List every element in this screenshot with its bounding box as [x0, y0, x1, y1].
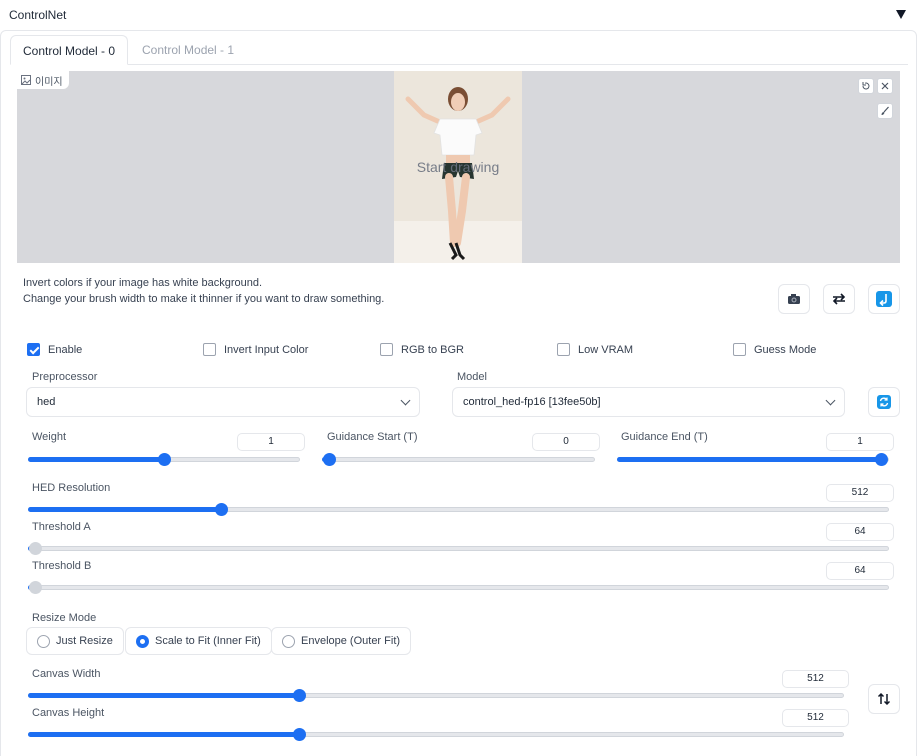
threshold-b-slider[interactable]	[28, 581, 889, 594]
close-icon[interactable]	[877, 78, 893, 94]
resize-mode-label: Resize Mode	[32, 612, 97, 624]
threshold-a-label: Threshold A	[32, 521, 91, 533]
preprocessor-label: Preprocessor	[32, 371, 98, 383]
chevron-down-icon	[825, 395, 836, 405]
guidance-start-label: Guidance Start (T)	[327, 431, 418, 443]
slider-thumb[interactable]	[29, 581, 42, 594]
guidance-end-label: Guidance End (T)	[621, 431, 708, 443]
preprocessor-select[interactable]: hed	[26, 387, 420, 417]
corner-arrow-icon	[876, 291, 892, 307]
swap-dimensions-button[interactable]	[868, 684, 900, 714]
canvas-width-label: Canvas Width	[32, 668, 101, 680]
canvas-height-label: Canvas Height	[32, 707, 105, 719]
resize-option-envelope[interactable]: Envelope (Outer Fit)	[271, 627, 412, 655]
rgb-to-bgr-label: RGB to BGR	[401, 343, 464, 356]
model-select[interactable]: control_hed-fp16 [13fee50b]	[452, 387, 845, 417]
guidance-end-slider[interactable]	[617, 453, 889, 466]
swap-button[interactable]	[823, 284, 855, 314]
send-dimensions-button[interactable]	[868, 284, 900, 314]
resize-option-label: Just Resize	[56, 635, 113, 647]
radio-button-selected[interactable]	[136, 634, 149, 648]
section-title: ControlNet	[9, 8, 67, 22]
model-label: Model	[457, 371, 487, 383]
radio-button[interactable]	[37, 634, 50, 648]
hed-resolution-input[interactable]: 512	[826, 484, 894, 502]
threshold-a-slider[interactable]	[28, 542, 889, 555]
tab-control-model-1[interactable]: Control Model - 1	[130, 35, 246, 65]
enable-checkbox[interactable]	[27, 343, 40, 356]
invert-input-color-label: Invert Input Color	[224, 343, 309, 356]
weight-input[interactable]: 1	[237, 433, 305, 451]
resize-option-label: Envelope (Outer Fit)	[301, 635, 401, 647]
low-vram-label: Low VRAM	[578, 343, 634, 356]
hed-resolution-label: HED Resolution	[32, 482, 111, 494]
slider-fill	[28, 693, 300, 698]
slider-fill	[28, 732, 300, 737]
rgb-to-bgr-checkbox[interactable]	[380, 343, 393, 356]
canvas-height-input[interactable]: 512	[782, 709, 849, 727]
rgb-to-bgr-row[interactable]: RGB to BGR	[380, 343, 464, 356]
swap-vertical-icon	[877, 692, 891, 706]
canvas-placeholder: Start drawing	[416, 159, 500, 175]
collapse-triangle-icon[interactable]	[896, 10, 906, 19]
tab-control-model-0[interactable]: Control Model - 0	[10, 35, 129, 65]
invert-input-color-checkbox[interactable]	[203, 343, 216, 356]
camera-button[interactable]	[778, 284, 810, 314]
brush-icon[interactable]	[877, 103, 893, 119]
guess-mode-checkbox[interactable]	[733, 343, 746, 356]
image-label-text: 이미지	[35, 76, 63, 88]
enable-label: Enable	[48, 343, 83, 356]
guess-mode-row[interactable]: Guess Mode	[733, 343, 816, 356]
threshold-b-label: Threshold B	[32, 560, 92, 572]
canvas-width-slider[interactable]	[28, 689, 844, 702]
image-label: 이미지	[17, 71, 69, 89]
chevron-down-icon	[400, 395, 411, 405]
threshold-a-input[interactable]: 64	[826, 523, 894, 541]
guess-mode-label: Guess Mode	[754, 343, 817, 356]
slider-thumb[interactable]	[875, 453, 888, 466]
weight-label: Weight	[32, 431, 67, 443]
low-vram-checkbox[interactable]	[557, 343, 570, 356]
guidance-start-slider[interactable]	[322, 453, 595, 466]
swap-arrows-icon	[832, 293, 846, 305]
enable-checkbox-row[interactable]: Enable	[27, 343, 82, 356]
resize-option-label: Scale to Fit (Inner Fit)	[155, 635, 261, 647]
hint-brush: Change your brush width to make it thinn…	[23, 293, 385, 305]
undo-icon[interactable]	[858, 78, 874, 94]
slider-thumb[interactable]	[29, 542, 42, 555]
model-value: control_hed-fp16 [13fee50b]	[463, 396, 601, 408]
hint-invert: Invert colors if your image has white ba…	[23, 277, 263, 289]
hed-resolution-slider[interactable]	[28, 503, 889, 516]
camera-icon	[788, 294, 800, 304]
slider-fill	[617, 457, 881, 462]
resize-option-scale-to-fit[interactable]: Scale to Fit (Inner Fit)	[125, 627, 272, 655]
refresh-icon	[877, 395, 891, 409]
image-icon	[21, 75, 31, 85]
canvas-height-slider[interactable]	[28, 728, 844, 741]
refresh-models-button[interactable]	[868, 387, 900, 417]
preprocessor-value: hed	[37, 396, 56, 408]
slider-fill	[28, 507, 222, 512]
weight-slider[interactable]	[28, 453, 300, 466]
slider-fill	[28, 457, 164, 462]
slider-thumb[interactable]	[323, 453, 336, 466]
slider-thumb[interactable]	[157, 453, 171, 466]
low-vram-row[interactable]: Low VRAM	[557, 343, 633, 356]
resize-option-just-resize[interactable]: Just Resize	[26, 627, 124, 655]
radio-button[interactable]	[282, 634, 295, 648]
guidance-start-input[interactable]: 0	[532, 433, 600, 451]
invert-input-color-row[interactable]: Invert Input Color	[203, 343, 308, 356]
guidance-end-input[interactable]: 1	[826, 433, 894, 451]
threshold-b-input[interactable]: 64	[826, 562, 894, 580]
canvas-width-input[interactable]: 512	[782, 670, 849, 688]
